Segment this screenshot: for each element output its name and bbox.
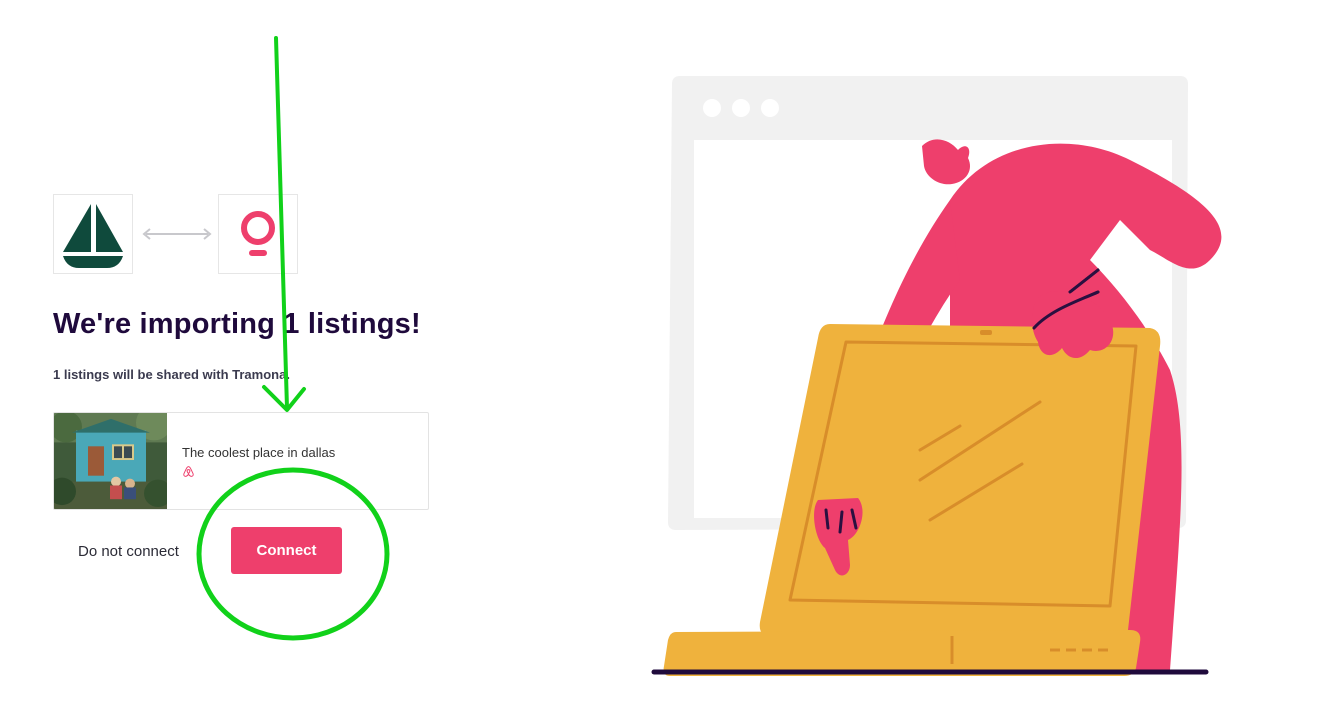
- listing-title: The coolest place in dallas: [182, 444, 336, 460]
- page-subtitle: 1 listings will be shared with Tramona.: [53, 367, 290, 382]
- listing-photo: [54, 413, 167, 509]
- target-app-logo: [218, 194, 298, 274]
- airbnb-icon: [183, 465, 194, 477]
- listing-info: The coolest place in dallas: [167, 413, 335, 509]
- listing-card[interactable]: The coolest place in dallas: [53, 412, 429, 510]
- page-title: We're importing 1 listings!: [53, 308, 421, 340]
- sailboat-logo-icon: [63, 204, 123, 268]
- connect-button[interactable]: Connect: [231, 527, 342, 574]
- source-app-logo: [53, 194, 133, 274]
- do-not-connect-button[interactable]: Do not connect: [70, 534, 187, 568]
- connect-listings-page: We're importing 1 listings! 1 listings w…: [0, 0, 1339, 709]
- tramona-logo-icon: [241, 211, 275, 256]
- swap-arrow-icon: [142, 228, 212, 240]
- laptop-person-illustration: [651, 76, 1222, 676]
